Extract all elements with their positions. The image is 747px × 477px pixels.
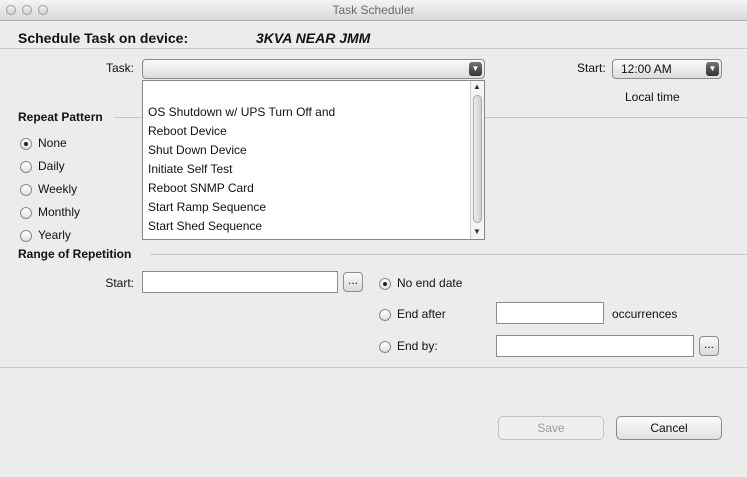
schedule-header-label: Schedule Task on device: bbox=[18, 30, 189, 46]
end-by-field[interactable] bbox=[496, 335, 694, 357]
occurrences-label: occurrences bbox=[612, 307, 678, 321]
repeat-pattern-rule-right bbox=[485, 117, 747, 118]
chevron-down-icon[interactable]: ▼ bbox=[469, 62, 482, 76]
start-time-value: 12:00 AM bbox=[621, 62, 672, 76]
repeat-none-label: None bbox=[38, 136, 67, 150]
scroll-down-arrow-icon[interactable]: ▼ bbox=[473, 227, 481, 236]
task-option-start-ramp-sequence[interactable]: Start Ramp Sequence bbox=[148, 200, 266, 214]
no-end-date-label: No end date bbox=[397, 276, 463, 290]
start-time-combobox[interactable]: 12:00 AM ▼ bbox=[612, 59, 722, 79]
end-date-browse-button[interactable]: ... bbox=[699, 336, 719, 356]
save-button[interactable]: Save bbox=[498, 416, 604, 440]
no-end-date-radio[interactable] bbox=[379, 278, 391, 290]
scroll-up-arrow-icon[interactable]: ▲ bbox=[473, 82, 481, 91]
range-title-rule bbox=[150, 254, 747, 255]
task-option-reboot-snmp-card[interactable]: Reboot SNMP Card bbox=[148, 181, 254, 195]
range-title: Range of Repetition bbox=[18, 247, 132, 261]
title-bar: Task Scheduler bbox=[0, 0, 747, 21]
repeat-none-radio[interactable] bbox=[20, 138, 32, 150]
chevron-down-icon[interactable]: ▼ bbox=[706, 62, 719, 76]
task-combobox[interactable]: ▼ bbox=[142, 59, 485, 79]
window-title: Task Scheduler bbox=[332, 3, 415, 17]
task-option-start-shed-sequence[interactable]: Start Shed Sequence bbox=[148, 219, 262, 233]
repeat-weekly-label: Weekly bbox=[38, 182, 78, 196]
repeat-monthly-radio[interactable] bbox=[20, 207, 32, 219]
repeat-daily-radio[interactable] bbox=[20, 161, 32, 173]
local-time-note: Local time bbox=[625, 90, 680, 104]
repeat-weekly-radio[interactable] bbox=[20, 184, 32, 196]
task-option-reboot-device[interactable]: Reboot Device bbox=[148, 124, 227, 138]
task-option-initiate-self-test[interactable]: Initiate Self Test bbox=[148, 162, 233, 176]
end-after-label: End after bbox=[397, 307, 446, 321]
task-option-os-shutdown[interactable]: OS Shutdown w/ UPS Turn Off and bbox=[148, 105, 335, 119]
header-divider bbox=[0, 48, 747, 49]
start-date-browse-button[interactable]: ... bbox=[343, 272, 363, 292]
scrollbar-thumb[interactable] bbox=[473, 95, 482, 223]
repeat-yearly-label: Yearly bbox=[38, 228, 71, 242]
end-by-label: End by: bbox=[397, 339, 438, 353]
repeat-pattern-title: Repeat Pattern bbox=[18, 110, 103, 124]
end-after-radio[interactable] bbox=[379, 309, 391, 321]
repeat-pattern-rule bbox=[114, 117, 142, 118]
footer-divider bbox=[0, 367, 747, 368]
task-dropdown-list[interactable]: OS Shutdown w/ UPS Turn Off and Reboot D… bbox=[142, 80, 485, 240]
cancel-button[interactable]: Cancel bbox=[616, 416, 722, 440]
repeat-monthly-label: Monthly bbox=[38, 205, 81, 219]
repeat-daily-label: Daily bbox=[38, 159, 65, 173]
occurrences-field[interactable] bbox=[496, 302, 604, 324]
device-name: 3KVA NEAR JMM bbox=[256, 30, 371, 46]
task-label: Task: bbox=[105, 61, 134, 75]
end-by-radio[interactable] bbox=[379, 341, 391, 353]
start-time-label: Start: bbox=[577, 61, 606, 75]
range-start-label: Start: bbox=[105, 276, 134, 290]
repeat-yearly-radio[interactable] bbox=[20, 230, 32, 242]
dropdown-scrollbar[interactable]: ▲ ▼ bbox=[470, 81, 484, 239]
task-option-shut-down-device[interactable]: Shut Down Device bbox=[148, 143, 247, 157]
range-start-field[interactable] bbox=[142, 271, 338, 293]
